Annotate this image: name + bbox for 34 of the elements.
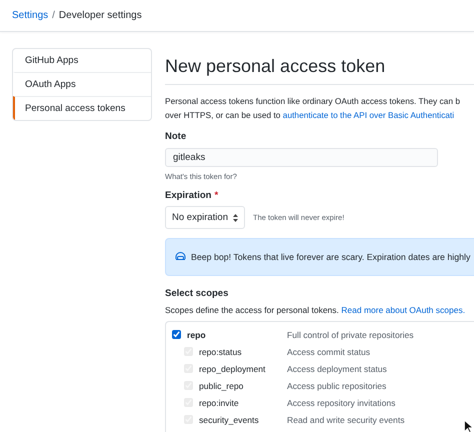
expiration-label: Expiration xyxy=(165,190,212,201)
scope-name: repo:status xyxy=(199,346,242,356)
note-field[interactable]: gitleaks xyxy=(165,148,438,167)
note-label: Note xyxy=(165,131,186,142)
scope-name: security_events xyxy=(199,414,259,424)
updown-icon xyxy=(232,214,238,222)
scope-checkbox[interactable] xyxy=(172,330,181,339)
scope-name: public_repo xyxy=(199,380,244,390)
scope-name: repo xyxy=(187,330,206,340)
intro-text: over HTTPS, or can be used to authenticate to the API over Basic Authenticati xyxy=(165,109,456,122)
expiration-select[interactable]: No expiration xyxy=(165,206,245,229)
auth-link[interactable]: authenticate to the API over Basic Authenticati xyxy=(282,110,454,120)
breadcrumb-link[interactable]: Settings xyxy=(12,10,48,21)
breadcrumb-separator: / xyxy=(52,10,55,21)
sidebar-item[interactable]: OAuth Apps xyxy=(13,72,151,96)
scope-description: Access commit status xyxy=(287,346,370,356)
breadcrumb-current: Developer settings xyxy=(58,10,142,21)
scope-description: Full control of private repositories xyxy=(287,330,414,340)
intro-text: Personal access tokens function like ordinary OAuth access tokens. They can b xyxy=(165,95,461,108)
page-title: New personal access token xyxy=(165,48,474,85)
scope-description: Access repository invitations xyxy=(287,398,396,408)
sidebar-item[interactable]: Personal access tokens xyxy=(13,96,151,120)
scopes-description: Scopes define the access for personal tokens. xyxy=(165,305,339,315)
robot-icon xyxy=(175,252,186,262)
required-marker: * xyxy=(214,190,218,201)
scope-description: Access deployment status xyxy=(287,364,387,374)
banner-text: Beep bop! Tokens that live forever are scary. Expiration dates are highly xyxy=(191,252,470,262)
scope-description: Access public repositories xyxy=(287,380,386,390)
sidebar-item[interactable]: GitHub Apps xyxy=(13,49,151,72)
scopes-link[interactable]: Read more about OAuth scopes. xyxy=(341,305,466,315)
scope-name: repo:invite xyxy=(199,398,239,408)
scope-name: repo_deployment xyxy=(199,364,266,374)
scope-description: Read and write security events xyxy=(287,414,405,424)
scopes-label: Select scopes xyxy=(165,288,228,299)
